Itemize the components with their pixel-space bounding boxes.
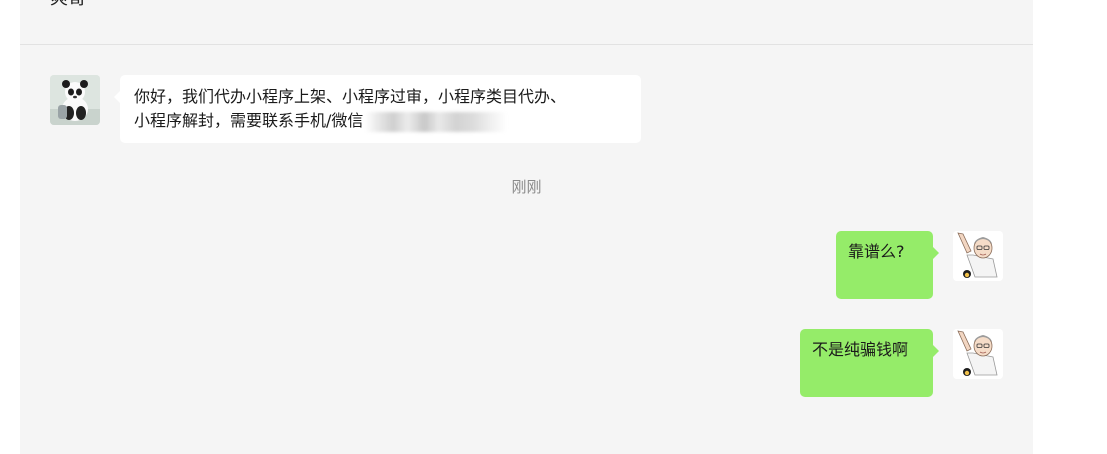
outgoing-message-bubble-1[interactable]: 靠谱么?	[836, 231, 939, 299]
self-avatar-1[interactable]	[953, 231, 1003, 281]
outgoing-message-text-2: 不是纯骗钱啊	[812, 340, 909, 359]
outgoing-message-text-1: 靠谱么?	[848, 242, 905, 261]
message-timestamp: 刚刚	[511, 178, 542, 196]
cartoon-man-avatar-icon	[953, 231, 1003, 281]
redacted-contact-blur	[365, 111, 508, 132]
chat-panel: 爽哥 你好，我们代办小程序上架、小程序过审，小程序类目代办、 小程序解封，需要联…	[20, 0, 1033, 454]
contact-name[interactable]: 爽哥	[50, 0, 86, 12]
outgoing-message-bubble-2[interactable]: 不是纯骗钱啊	[800, 329, 939, 397]
self-avatar-2[interactable]	[953, 329, 1003, 379]
chat-header: 爽哥	[20, 0, 1033, 45]
incoming-message-line-2-row: 小程序解封，需要联系手机/微信	[134, 109, 627, 133]
panda-avatar-icon	[50, 75, 100, 125]
incoming-message-line-2: 小程序解封，需要联系手机/微信	[134, 111, 364, 130]
incoming-message-bubble[interactable]: 你好，我们代办小程序上架、小程序过审，小程序类目代办、 小程序解封，需要联系手机…	[114, 75, 641, 143]
incoming-message-line-1: 你好，我们代办小程序上架、小程序过审，小程序类目代办、	[134, 87, 567, 106]
cartoon-man-avatar-icon	[953, 329, 1003, 379]
sender-avatar[interactable]	[50, 75, 100, 125]
